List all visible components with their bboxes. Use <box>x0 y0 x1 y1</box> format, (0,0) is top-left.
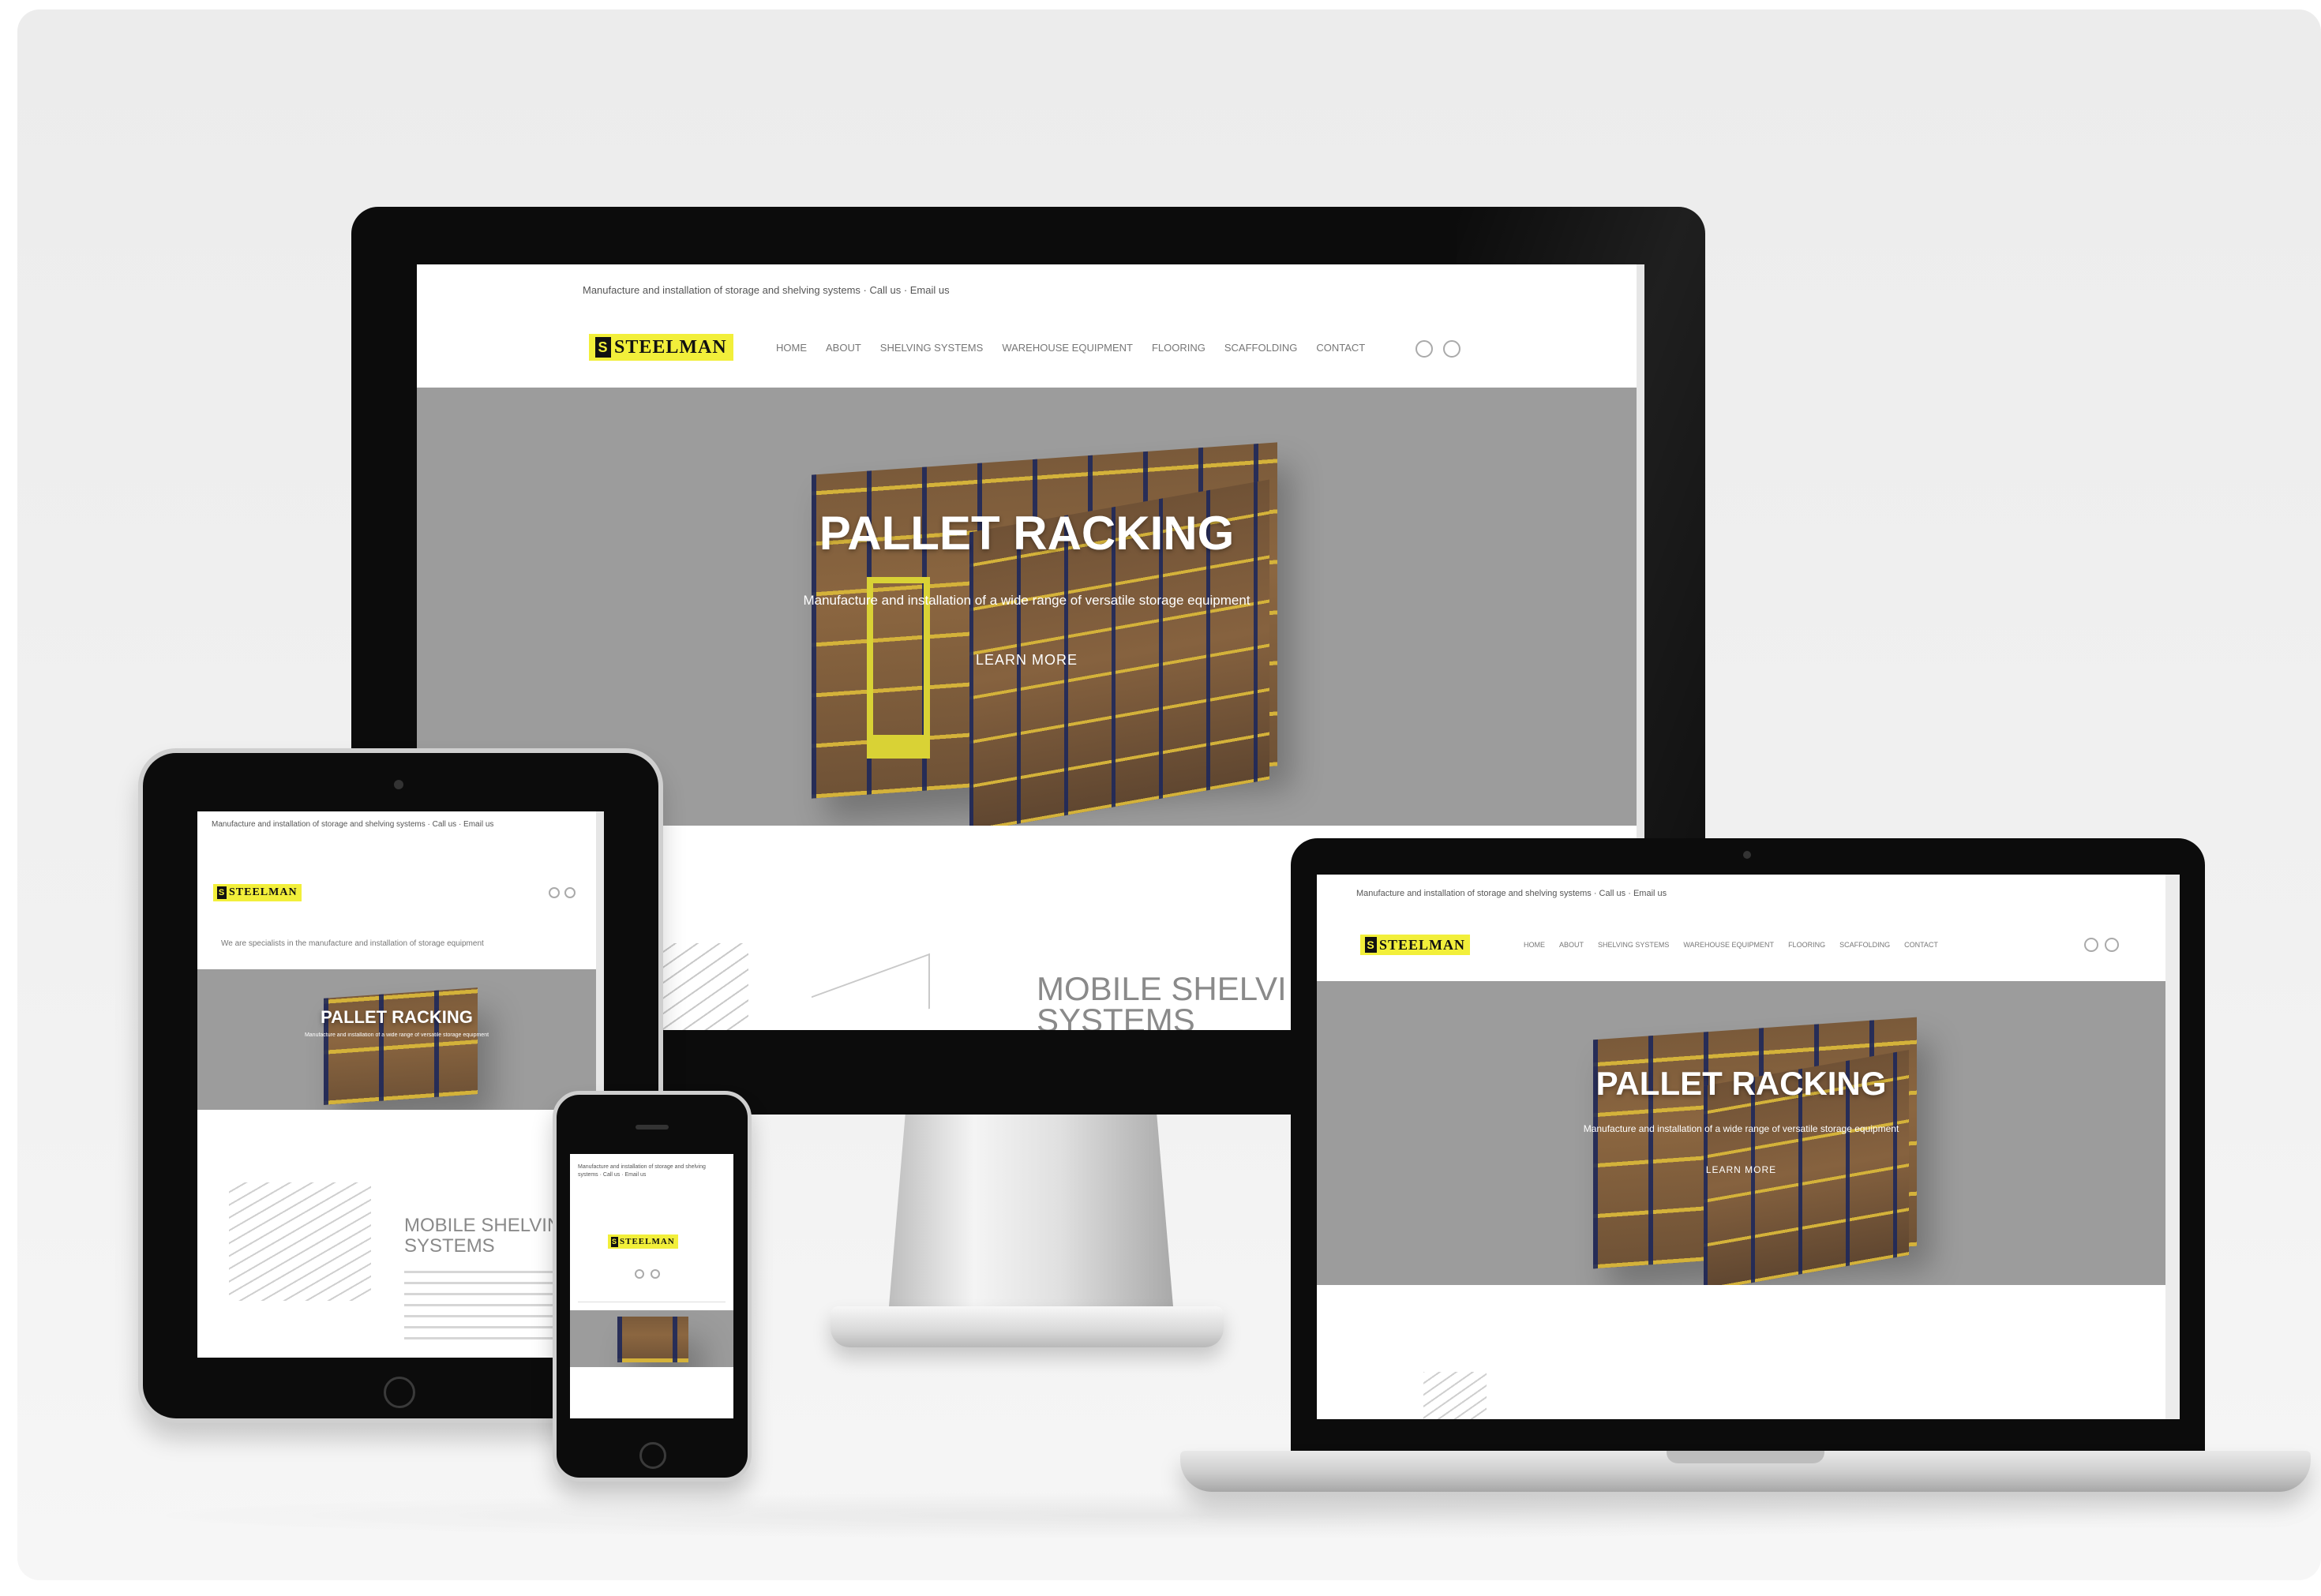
site-logo[interactable]: S STEELMAN <box>589 334 733 361</box>
laptop-camera-icon <box>1743 851 1751 859</box>
nav-item-warehouse[interactable]: WAREHOUSE EQUIPMENT <box>1002 340 1133 356</box>
main-nav: HOME ABOUT SHELVING SYSTEMS WAREHOUSE EQ… <box>776 340 1365 356</box>
tablet-logo[interactable]: S STEELMAN <box>213 884 302 901</box>
laptop-search-icon[interactable] <box>2084 938 2098 952</box>
logo-mark-icon: S <box>595 337 611 358</box>
laptop-hero-learn-more-button[interactable]: LEARN MORE <box>1664 1164 1818 1175</box>
tablet-topbar: Manufacture and installation of storage … <box>212 818 591 832</box>
phone-logo[interactable]: S STEELMAN <box>608 1234 678 1249</box>
tablet-section-text <box>404 1271 562 1342</box>
hero-learn-more-button[interactable]: LEARN MORE <box>922 652 1131 669</box>
nav-item-scaffolding[interactable]: SCAFFOLDING <box>1224 340 1297 356</box>
search-icon[interactable] <box>1415 340 1433 358</box>
laptop-nav-shelving[interactable]: SHELVING SYSTEMS <box>1598 939 1669 950</box>
tablet-cart-icon[interactable] <box>564 887 576 898</box>
cart-icon[interactable] <box>1443 340 1460 358</box>
laptop-logo-mark-icon: S <box>1365 937 1377 953</box>
section-title: MOBILE SHELVING SYSTEMS <box>1037 973 1289 1030</box>
tablet-hero-subtitle: Manufacture and installation of a wide r… <box>304 1032 489 1038</box>
tablet-camera-icon <box>394 780 403 789</box>
section-title-line2: SYSTEMS <box>1037 1002 1195 1031</box>
phone-search-icon[interactable] <box>635 1269 644 1279</box>
shelving-illustration-2 <box>812 953 930 1030</box>
laptop-hero-title: PALLET RACKING <box>1595 1065 1887 1102</box>
tablet-shelving-illustration <box>229 1182 371 1301</box>
phone-speaker-icon <box>636 1125 669 1130</box>
laptop-shelving-illustration <box>1423 1372 1487 1419</box>
laptop-nav-scaffolding[interactable]: SCAFFOLDING <box>1839 939 1890 950</box>
tablet-logo-mark-icon: S <box>217 886 227 899</box>
phone-hero <box>570 1310 733 1367</box>
tablet-search-icon[interactable] <box>549 887 560 898</box>
laptop-topbar-text: Manufacture and installation of storage … <box>1356 889 1667 898</box>
phone-cart-icon[interactable] <box>651 1269 660 1279</box>
phone-topbar-text: Manufacture and installation of storage … <box>578 1164 706 1178</box>
tablet-topbar-text: Manufacture and installation of storage … <box>212 820 494 829</box>
laptop-hero-subtitle: Manufacture and installation of a wide r… <box>1583 1123 1899 1134</box>
laptop-notch <box>1667 1451 1824 1463</box>
tablet-logo-text: STEELMAN <box>229 886 298 898</box>
laptop-nav: HOME ABOUT SHELVING SYSTEMS WAREHOUSE EQ… <box>1524 939 1938 950</box>
monitor-topbar: Manufacture and installation of storage … <box>583 280 1293 301</box>
tablet-hero-title: PALLET RACKING <box>321 1007 473 1027</box>
phone-menu-bar[interactable] <box>578 1291 726 1302</box>
laptop-nav-flooring[interactable]: FLOORING <box>1788 939 1825 950</box>
phone-topbar: Manufacture and installation of storage … <box>578 1163 724 1195</box>
tablet-tagline: We are specialists in the manufacture an… <box>221 939 484 948</box>
logo-text: STEELMAN <box>614 336 727 358</box>
tablet-home-button[interactable] <box>384 1377 415 1408</box>
floor-reflection <box>118 1492 2250 1539</box>
laptop-logo[interactable]: S STEELMAN <box>1360 935 1471 955</box>
phone-logo-text: STEELMAN <box>620 1237 675 1246</box>
phone-home-button[interactable] <box>639 1442 666 1469</box>
laptop-screen: Manufacture and installation of storage … <box>1317 875 2180 1419</box>
laptop-nav-home[interactable]: HOME <box>1524 939 1545 950</box>
hero-title: PALLET RACKING <box>819 507 1235 560</box>
tablet-rack-image <box>324 987 478 1105</box>
hero-subtitle: Manufacture and installation of a wide r… <box>803 593 1250 608</box>
section-title-line1: MOBILE SHELVING <box>1037 973 1289 1007</box>
laptop-logo-text: STEELMAN <box>1379 936 1466 953</box>
nav-item-contact[interactable]: CONTACT <box>1316 340 1365 356</box>
phone-rack-image <box>617 1317 688 1362</box>
nav-item-flooring[interactable]: FLOORING <box>1152 340 1205 356</box>
topbar-text: Manufacture and installation of storage … <box>583 284 950 296</box>
laptop-scrollbar[interactable] <box>2165 875 2180 1419</box>
tablet-screen: Manufacture and installation of storage … <box>197 811 604 1358</box>
laptop-nav-about[interactable]: ABOUT <box>1559 939 1584 950</box>
shelving-illustration <box>662 943 748 1030</box>
laptop-topbar: Manufacture and installation of storage … <box>1356 886 1956 901</box>
device-mockup-scene: Manufacture and installation of storage … <box>0 0 2321 1596</box>
tablet-hero: PALLET RACKING Manufacture and installat… <box>197 969 596 1110</box>
phone-logo-mark-icon: S <box>611 1236 618 1247</box>
laptop-nav-contact[interactable]: CONTACT <box>1904 939 1938 950</box>
laptop-hero: PALLET RACKING Manufacture and installat… <box>1317 981 2165 1285</box>
nav-item-home[interactable]: HOME <box>776 340 807 356</box>
laptop-nav-warehouse[interactable]: WAREHOUSE EQUIPMENT <box>1683 939 1774 950</box>
monitor-navbar: S STEELMAN HOME ABOUT SHELVING SYSTEMS W… <box>417 312 1644 388</box>
laptop-base <box>1180 1451 2311 1492</box>
monitor-base <box>831 1306 1224 1347</box>
laptop-cart-icon[interactable] <box>2105 938 2119 952</box>
nav-item-about[interactable]: ABOUT <box>826 340 861 356</box>
monitor-neck <box>888 1115 1174 1316</box>
nav-item-shelving[interactable]: SHELVING SYSTEMS <box>880 340 984 356</box>
phone-screen: Manufacture and installation of storage … <box>570 1154 733 1418</box>
